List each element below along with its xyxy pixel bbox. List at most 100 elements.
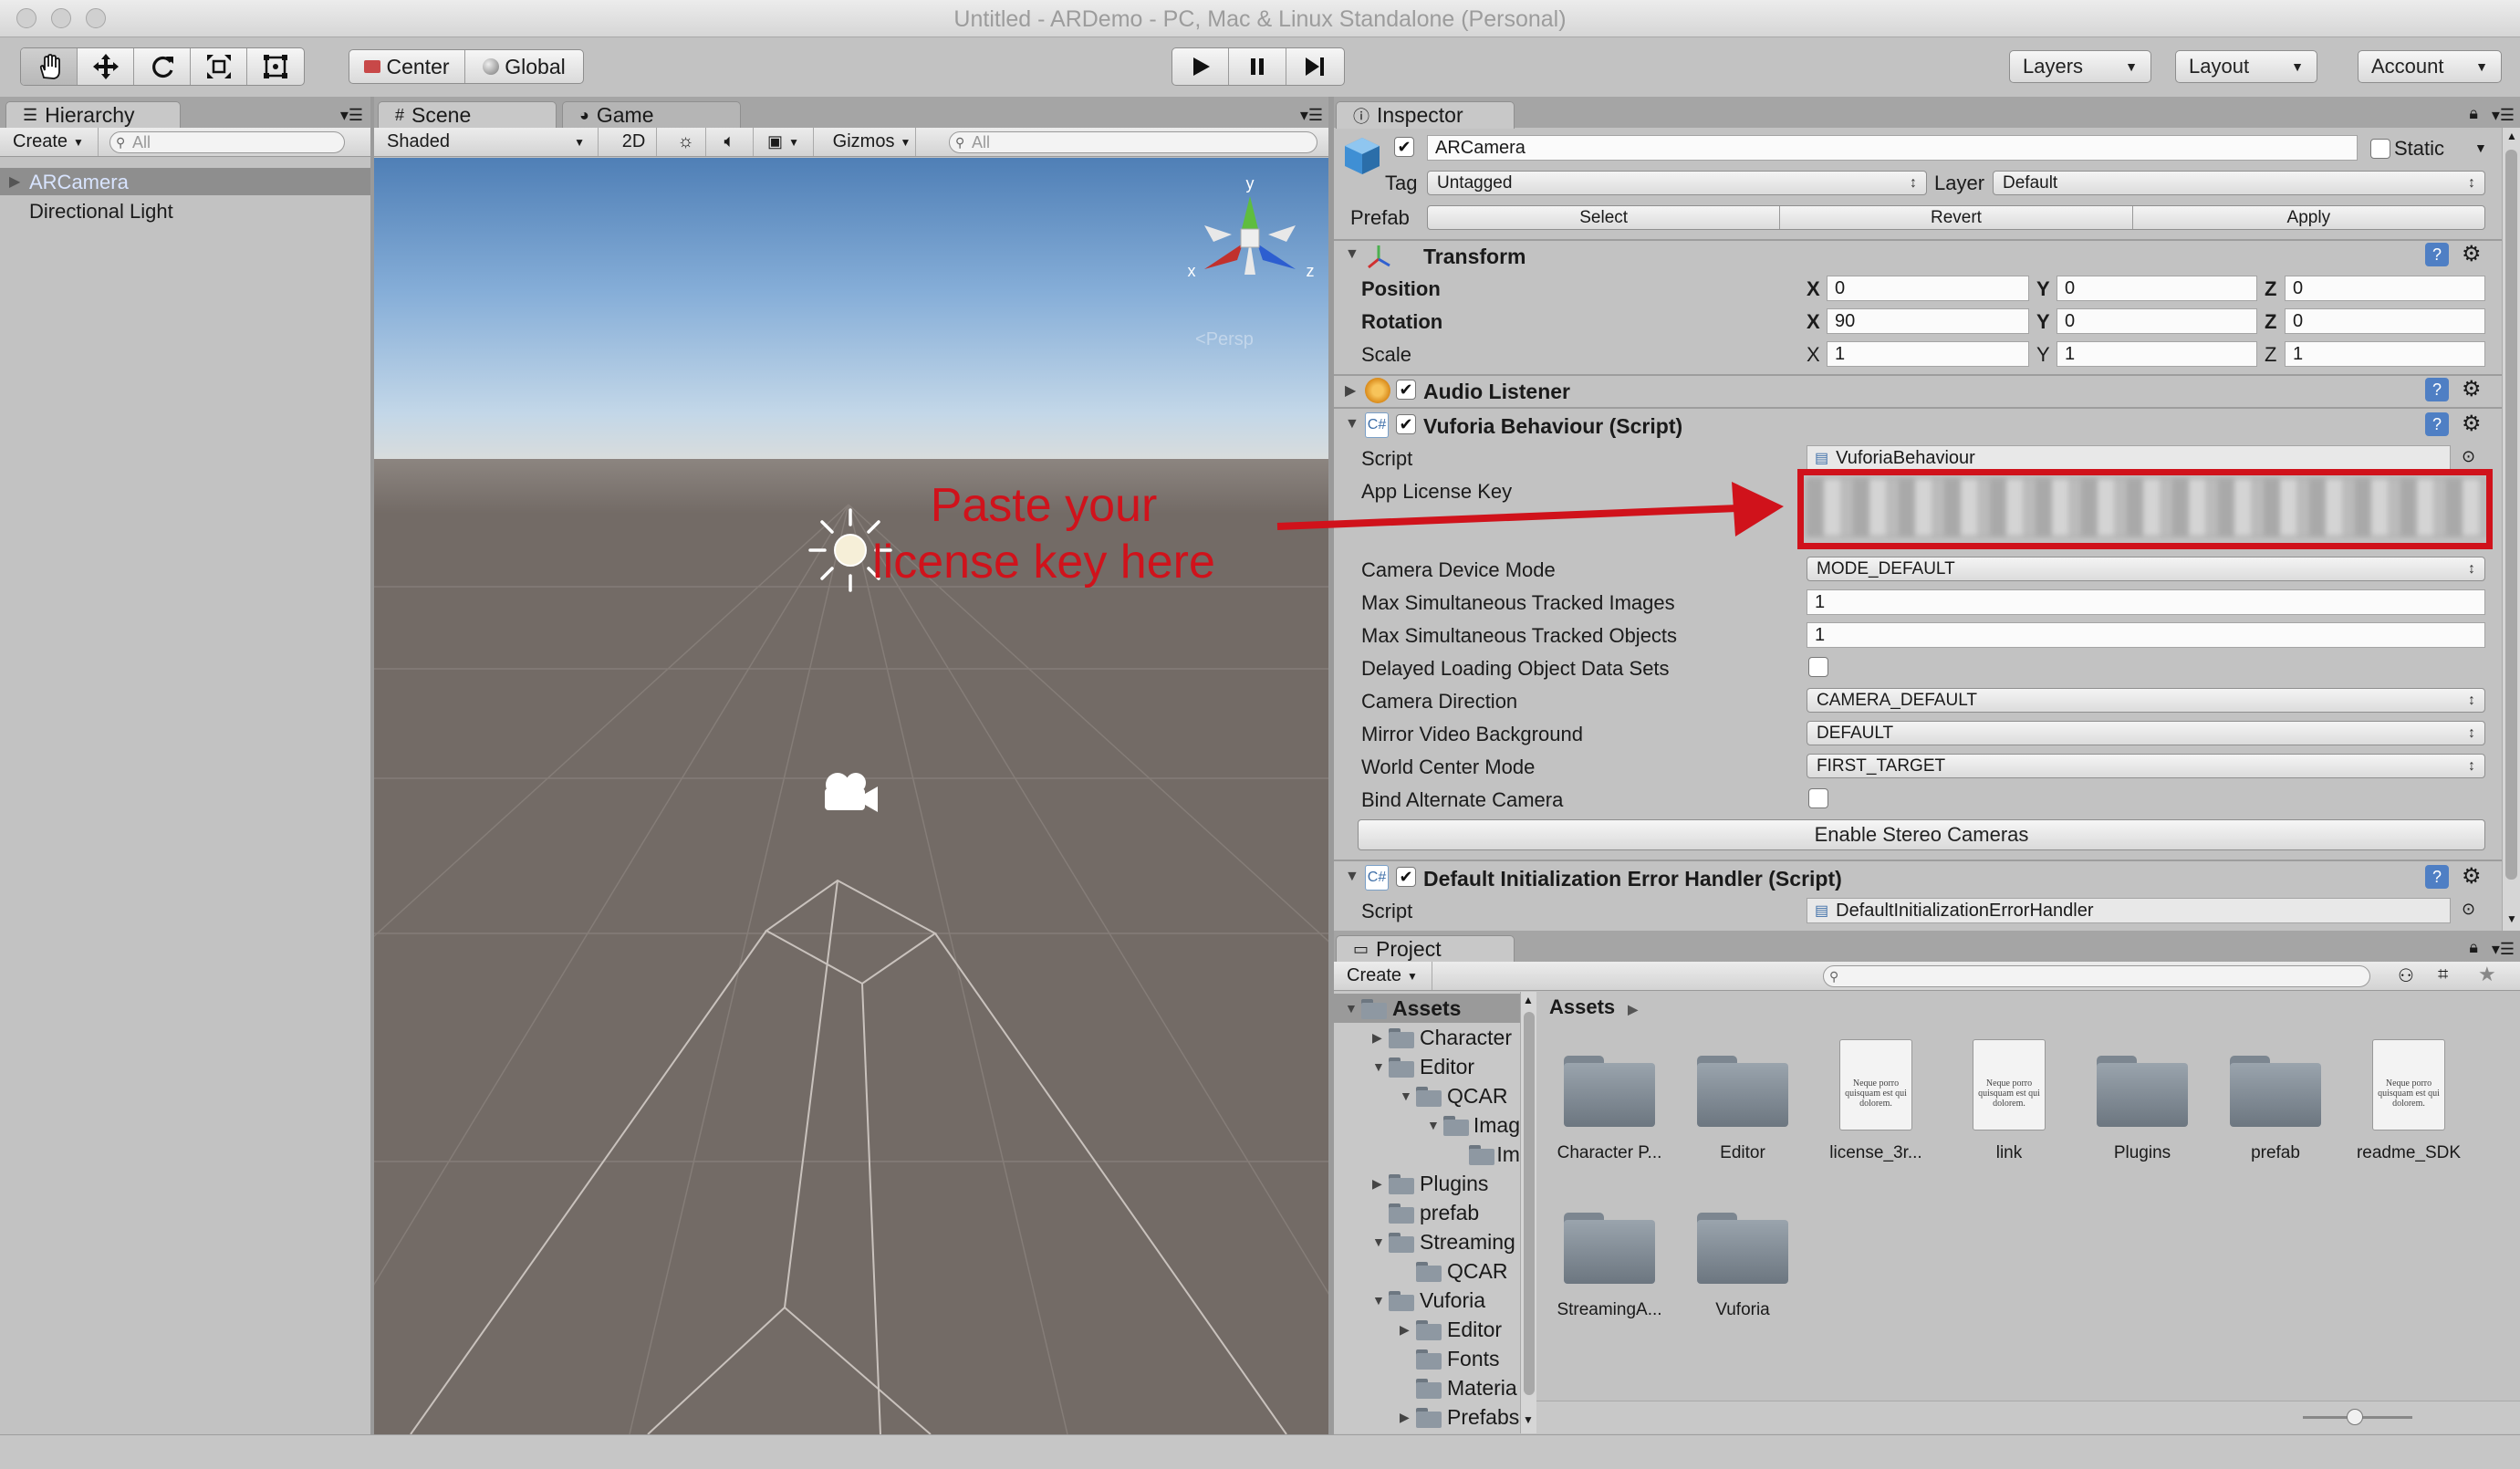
expand-arrow-icon[interactable]: ▶ [1372, 1176, 1389, 1192]
scene-audio-toggle[interactable]: 🔈︎ [706, 128, 754, 156]
filter-by-label-icon[interactable]: ⌗ [2438, 964, 2448, 985]
inspector-scrollbar[interactable]: ▲ ▼ [2502, 128, 2520, 931]
lock-icon[interactable]: 🔒︎ [2469, 104, 2478, 123]
scroll-down-icon[interactable]: ▼ [1523, 1413, 1534, 1426]
max-tracked-objects-field[interactable]: 1 [1807, 622, 2485, 648]
tree-folder-item[interactable]: ▼ Editor [1334, 1052, 1520, 1081]
gear-icon[interactable]: ⚙ [2462, 863, 2482, 890]
tab-inspector[interactable]: ⓘ Inspector [1336, 101, 1515, 129]
assets-breadcrumb[interactable]: Assets ▶ [1549, 995, 1638, 1019]
tree-folder-item[interactable]: QCAR [1334, 1256, 1520, 1286]
step-button[interactable] [1286, 48, 1344, 85]
world-center-mode-dropdown[interactable]: FIRST_TARGET [1807, 754, 2485, 778]
scroll-up-icon[interactable]: ▲ [2506, 130, 2517, 142]
bind-alternate-camera-checkbox[interactable] [1808, 788, 1828, 808]
icon-size-slider-thumb[interactable] [2347, 1409, 2363, 1425]
fold-arrow-icon[interactable]: ▼ [1345, 416, 1359, 432]
tree-folder-item[interactable]: ▼ Streaming [1334, 1227, 1520, 1256]
asset-item[interactable]: Plugins [2078, 1037, 2206, 1183]
tree-folder-item[interactable]: ▶ Plugins [1334, 1169, 1520, 1198]
scene-lighting-toggle[interactable]: ☼ [666, 128, 706, 156]
panel-menu-icon[interactable]: ▾☰ [1300, 106, 1323, 125]
vuforia-enabled-checkbox[interactable] [1396, 414, 1416, 434]
project-search-input[interactable]: ⚲ [1823, 965, 2370, 987]
prefab-apply-button[interactable]: Apply [2133, 206, 2484, 229]
help-book-icon[interactable]: ? [2425, 243, 2449, 266]
gear-icon[interactable]: ⚙ [2462, 411, 2482, 437]
fold-arrow-icon[interactable]: ▶ [1345, 381, 1356, 400]
layers-dropdown[interactable]: Layers ▼ [2009, 50, 2151, 83]
tab-scene[interactable]: # Scene [378, 101, 557, 129]
help-book-icon[interactable]: ? [2425, 412, 2449, 436]
camera-device-mode-dropdown[interactable]: MODE_DEFAULT [1807, 557, 2485, 581]
max-tracked-images-field[interactable]: 1 [1807, 589, 2485, 615]
scale-x-field[interactable]: 1 [1827, 341, 2029, 367]
scale-z-field[interactable]: 1 [2285, 341, 2485, 367]
fold-arrow-icon[interactable]: ▼ [1345, 869, 1359, 885]
tab-game[interactable]: ◕ Game [562, 101, 741, 129]
position-x-field[interactable]: 0 [1827, 276, 2029, 301]
shading-mode-dropdown[interactable]: Shaded ▼ [374, 128, 599, 156]
inspector-scrollbar-thumb[interactable] [2505, 150, 2517, 880]
asset-item[interactable]: Neque porro quisquam est qui dolorem. lic… [1812, 1037, 1940, 1183]
hand-tool-button[interactable] [21, 48, 78, 85]
asset-item[interactable]: Character P... [1546, 1037, 1673, 1183]
camera-gizmo-icon[interactable] [812, 765, 885, 819]
asset-item[interactable]: Neque porro quisquam est qui dolorem. rea… [2345, 1037, 2473, 1183]
expand-arrow-icon[interactable]: ▶ [1372, 1030, 1389, 1046]
hierarchy-create-dropdown[interactable]: Create ▼ [0, 128, 99, 156]
scale-tool-button[interactable] [191, 48, 247, 85]
prefab-revert-button[interactable]: Revert [1780, 206, 2133, 229]
tree-folder-item[interactable]: ▼ Assets [1334, 994, 1520, 1023]
hierarchy-item-directional-light[interactable]: Directional Light [0, 197, 370, 224]
gizmos-dropdown[interactable]: Gizmos ▼ [828, 128, 916, 156]
panel-menu-icon[interactable]: ▾☰ [340, 106, 363, 125]
prefab-select-button[interactable]: Select [1428, 206, 1781, 229]
tree-folder-item[interactable]: ▶ Prefabs [1334, 1402, 1520, 1432]
static-checkbox[interactable] [2370, 139, 2390, 159]
tree-folder-item[interactable]: ▼ QCAR [1334, 1081, 1520, 1110]
scene-viewport[interactable]: y x z <Persp Paste your license key here [374, 158, 1328, 1434]
rotation-z-field[interactable]: 0 [2285, 308, 2485, 334]
asset-item[interactable]: Neque porro quisquam est qui dolorem. lin… [1945, 1037, 2073, 1183]
tree-folder-item[interactable]: Fonts [1334, 1344, 1520, 1373]
rect-tool-button[interactable] [247, 48, 304, 85]
tree-folder-item[interactable]: ▼ Imag [1334, 1110, 1520, 1140]
help-book-icon[interactable]: ? [2425, 865, 2449, 889]
scroll-down-icon[interactable]: ▼ [2506, 912, 2517, 925]
scroll-up-icon[interactable]: ▲ [1523, 994, 1534, 1006]
mode-2d-toggle[interactable]: 2D [611, 128, 657, 156]
tree-folder-item[interactable]: Materia [1334, 1373, 1520, 1402]
collapse-arrow-icon[interactable]: ▼ [1345, 1001, 1361, 1016]
gameobject-name-field[interactable]: ARCamera [1427, 135, 2358, 161]
gear-icon[interactable]: ⚙ [2462, 241, 2482, 267]
gear-icon[interactable]: ⚙ [2462, 376, 2482, 402]
tab-hierarchy[interactable]: ☰ Hierarchy [5, 101, 181, 129]
enable-stereo-cameras-button[interactable]: Enable Stereo Cameras [1358, 819, 2485, 850]
layout-dropdown[interactable]: Layout ▼ [2175, 50, 2317, 83]
asset-item[interactable]: StreamingA... [1546, 1194, 1673, 1340]
tree-folder-item[interactable]: Im [1334, 1140, 1520, 1169]
lock-icon[interactable]: 🔒︎ [2469, 938, 2478, 957]
tree-folder-item[interactable]: ▶ Editor [1334, 1315, 1520, 1344]
hierarchy-search-input[interactable]: ⚲ All [109, 131, 345, 153]
error-handler-enabled-checkbox[interactable] [1396, 867, 1416, 887]
position-y-field[interactable]: 0 [2057, 276, 2257, 301]
filter-by-type-icon[interactable]: ⚇ [2398, 964, 2414, 987]
rotation-x-field[interactable]: 90 [1827, 308, 2029, 334]
position-z-field[interactable]: 0 [2285, 276, 2485, 301]
gameobject-active-checkbox[interactable] [1394, 137, 1414, 157]
tab-project[interactable]: ▭ Project [1336, 935, 1515, 963]
camera-direction-dropdown[interactable]: CAMERA_DEFAULT [1807, 688, 2485, 713]
script-field[interactable]: ▤ VuforiaBehaviour [1807, 445, 2451, 471]
collapse-arrow-icon[interactable]: ▼ [1372, 1059, 1389, 1074]
tree-folder-item[interactable]: ▶ Character [1334, 1023, 1520, 1052]
collapse-arrow-icon[interactable]: ▼ [1400, 1089, 1416, 1103]
favorite-star-icon[interactable]: ★ [2478, 963, 2496, 986]
expand-arrow-icon[interactable]: ▶ [1400, 1322, 1416, 1338]
pivot-global-button[interactable]: Global [465, 50, 583, 83]
play-button[interactable] [1172, 48, 1230, 85]
project-create-dropdown[interactable]: Create ▼ [1334, 962, 1432, 990]
collapse-arrow-icon[interactable]: ▼ [1372, 1235, 1389, 1249]
mirror-video-dropdown[interactable]: DEFAULT [1807, 721, 2485, 745]
